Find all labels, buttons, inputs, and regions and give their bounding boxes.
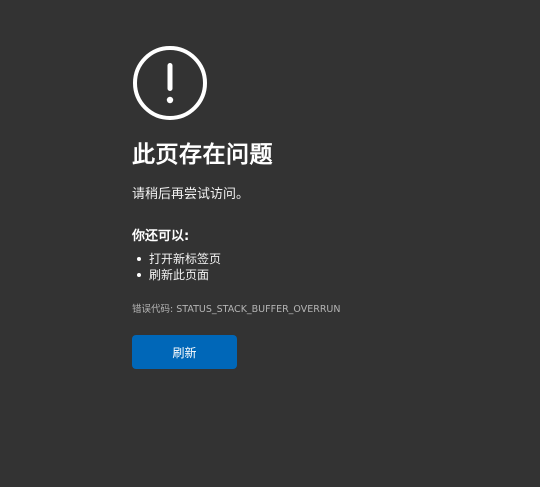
suggestions-heading: 你还可以: [132, 229, 190, 244]
error-description: 请稍后再尝试访问。 [132, 187, 250, 202]
suggestion-label: 打开新标签页 [149, 252, 222, 266]
exclamation-circle-icon [133, 46, 207, 120]
error-code-label: 错误代码: [132, 304, 174, 315]
error-code-value: STATUS_STACK_BUFFER_OVERRUN [176, 304, 341, 315]
error-page: 此页存在问题 请稍后再尝试访问。 你还可以: 打开新标签页 刷新此页面 错误代码… [132, 45, 512, 369]
suggestions-list: 打开新标签页 刷新此页面 [132, 251, 512, 283]
bullet-icon [137, 273, 141, 277]
suggestion-label: 刷新此页面 [149, 268, 210, 282]
refresh-button[interactable]: 刷新 [132, 335, 237, 369]
suggestion-item-open-new-tab: 打开新标签页 [132, 251, 512, 267]
suggestion-item-refresh-page: 刷新此页面 [132, 267, 512, 283]
error-code: 错误代码: STATUS_STACK_BUFFER_OVERRUN [132, 303, 512, 317]
page-title: 此页存在问题 [132, 142, 273, 168]
bullet-icon [137, 257, 141, 261]
